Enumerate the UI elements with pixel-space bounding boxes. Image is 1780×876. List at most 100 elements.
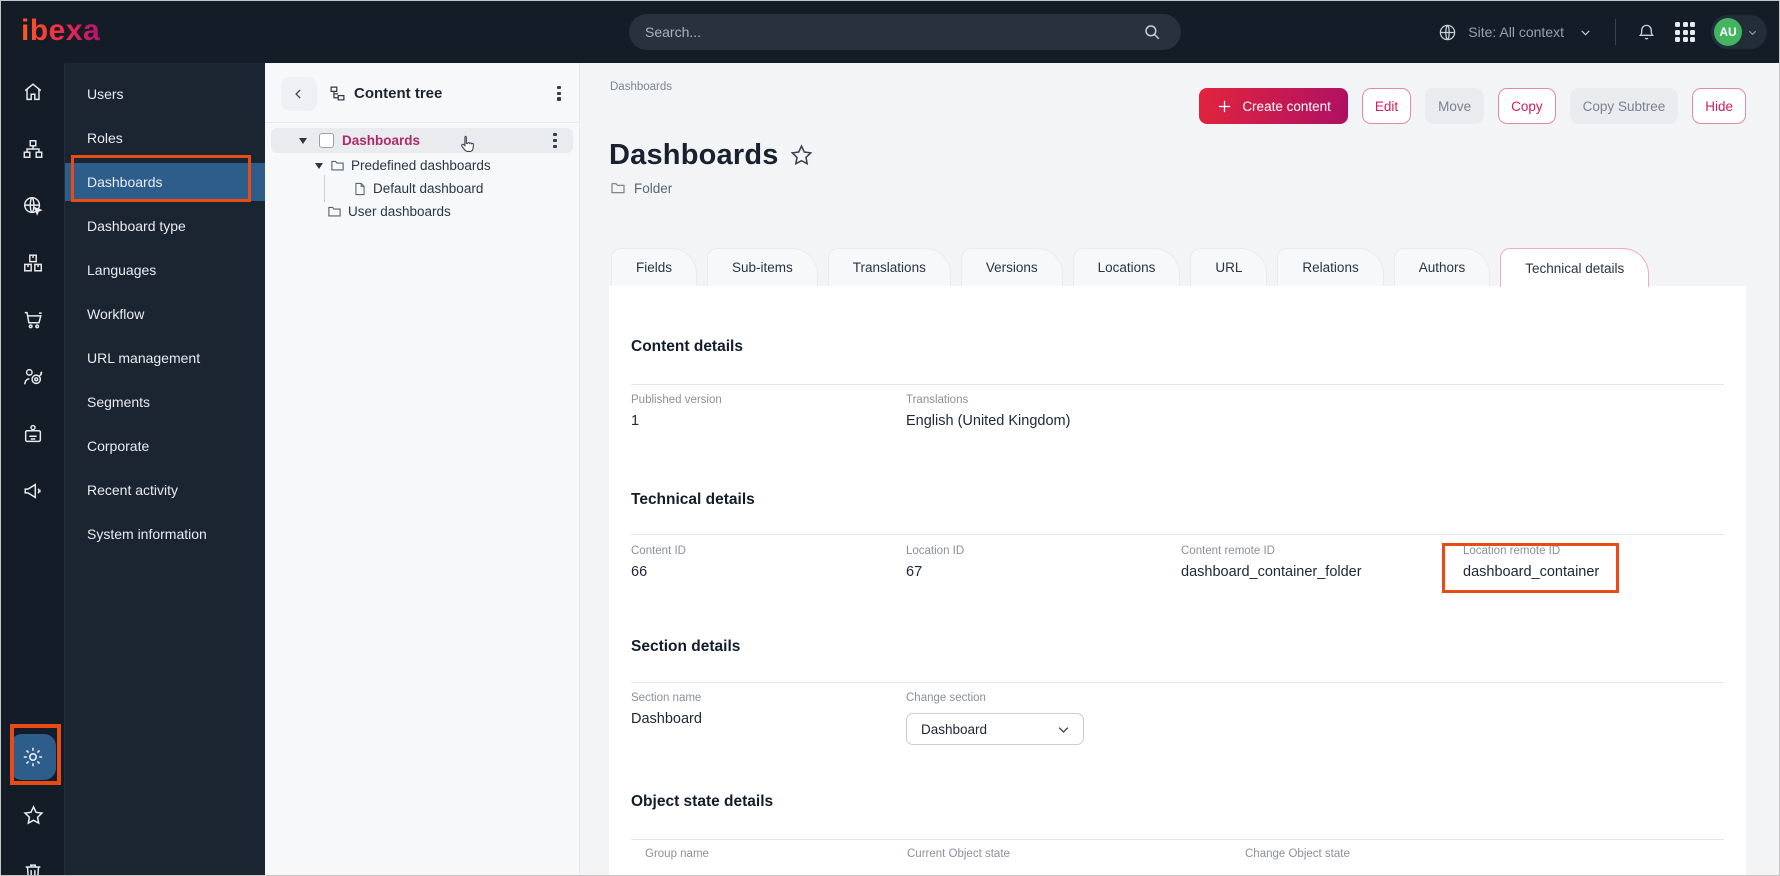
user-menu[interactable]: AU [1711, 15, 1767, 49]
field-section-name: Section name Dashboard [631, 692, 906, 745]
tab-versions[interactable]: Versions [961, 248, 1063, 286]
caret-down-icon[interactable] [315, 163, 323, 169]
ibexa-admin-app: ibexa Site: All context [0, 0, 1780, 876]
field-value: 67 [906, 564, 1181, 580]
sidebar-item-corporate[interactable]: Corporate [65, 427, 265, 465]
copy-subtree-button[interactable]: Copy Subtree [1570, 88, 1679, 124]
sidebar-item-users[interactable]: Users [65, 75, 265, 113]
selected-option-label: Dashboard [921, 722, 987, 737]
field-label: Content ID [631, 545, 906, 557]
sidebar-item-recent-activity[interactable]: Recent activity [65, 471, 265, 509]
tab-fields[interactable]: Fields [611, 248, 697, 286]
sidebar-item-dashboard-type[interactable]: Dashboard type [65, 207, 265, 245]
field-label: Translations [906, 394, 1181, 406]
tab-translations[interactable]: Translations [828, 248, 951, 286]
tab-bar: Fields Sub-items Translations Versions L… [611, 248, 1649, 287]
sidebar-item-roles[interactable]: Roles [65, 119, 265, 157]
tree-node-default-dashboard[interactable]: Default dashboard [265, 177, 579, 200]
breadcrumb[interactable]: Dashboards [610, 81, 672, 93]
top-bar: ibexa Site: All context [1, 1, 1779, 63]
tab-authors[interactable]: Authors [1394, 248, 1491, 286]
sidebar-item-dashboards[interactable]: Dashboards [65, 163, 265, 201]
main-content: Dashboards Create content Edit Move Copy… [580, 63, 1779, 875]
topbar-right-cluster: Site: All context AU [1434, 1, 1767, 63]
content-details-heading: Content details [631, 338, 743, 356]
sidebar-item-segments[interactable]: Segments [65, 383, 265, 421]
id-badge-icon[interactable] [1, 405, 65, 462]
ibexa-logo[interactable]: ibexa [21, 14, 100, 48]
field-location-id: Location ID 67 [906, 545, 1181, 580]
tree-node-user-dashboards[interactable]: User dashboards [265, 200, 579, 223]
field-label: Change section [906, 692, 1181, 704]
target-person-icon[interactable] [1, 348, 65, 405]
object-state-details-heading: Object state details [631, 793, 773, 811]
sidebar-item-workflow[interactable]: Workflow [65, 295, 265, 333]
page-title: Dashboards [609, 139, 779, 172]
tree-node-label[interactable]: User dashboards [348, 204, 451, 219]
admin-sidebar: Users Roles Dashboards Dashboard type La… [65, 63, 265, 875]
global-search[interactable] [629, 14, 1181, 50]
copy-button[interactable]: Copy [1498, 88, 1556, 124]
tree-node-label[interactable]: Dashboards [342, 133, 420, 148]
tab-locations[interactable]: Locations [1073, 248, 1181, 286]
create-content-button[interactable]: Create content [1199, 88, 1348, 124]
field-label: Location remote ID [1463, 545, 1724, 557]
tree-node-checkbox[interactable] [319, 133, 334, 148]
plus-icon [1216, 98, 1233, 115]
search-input[interactable] [645, 24, 1139, 40]
globe-pointer-icon[interactable] [1, 177, 65, 234]
tab-sub-items[interactable]: Sub-items [707, 248, 818, 286]
app-switcher-grid-icon[interactable] [1672, 19, 1698, 45]
tab-technical-details[interactable]: Technical details [1500, 248, 1649, 287]
notifications-bell-icon[interactable] [1633, 19, 1659, 45]
avatar[interactable]: AU [1714, 18, 1742, 46]
caret-down-icon[interactable] [299, 138, 307, 144]
trash-icon[interactable] [1, 855, 65, 876]
cart-icon[interactable] [1, 291, 65, 348]
hide-button[interactable]: Hide [1692, 88, 1746, 124]
field-location-remote-id: Location remote ID dashboard_container [1456, 545, 1724, 580]
tree-node-label[interactable]: Predefined dashboards [351, 158, 491, 173]
edit-button[interactable]: Edit [1362, 88, 1411, 124]
megaphone-icon[interactable] [1, 462, 65, 519]
field-label: Section name [631, 692, 906, 704]
sidebar-item-system-information[interactable]: System information [65, 515, 265, 553]
search-icon[interactable] [1139, 19, 1165, 45]
node-options-kebab-icon[interactable] [547, 133, 563, 148]
site-context-switcher[interactable]: Site: All context [1434, 19, 1598, 45]
field-label: Published version [631, 394, 906, 406]
sitemap-icon[interactable] [1, 120, 65, 177]
action-buttons: Create content Edit Move Copy Copy Subtr… [1199, 88, 1746, 124]
admin-settings-tile[interactable] [10, 734, 56, 780]
technical-details-heading: Technical details [631, 491, 755, 509]
change-section-select[interactable]: Dashboard [906, 713, 1084, 745]
tab-url[interactable]: URL [1190, 248, 1267, 286]
content-tree-panel: Content tree Dashboards Predefined dashb… [265, 63, 580, 875]
content-tree-icon [329, 85, 346, 102]
field-value: English (United Kingdom) [906, 413, 1181, 429]
packages-icon[interactable] [1, 234, 65, 291]
create-content-label: Create content [1242, 99, 1331, 114]
move-button[interactable]: Move [1425, 88, 1484, 124]
collapse-tree-button[interactable] [281, 77, 317, 111]
field-change-section: Change section Dashboard [906, 692, 1181, 745]
tree-node-label[interactable]: Default dashboard [373, 181, 483, 196]
field-value: dashboard_container [1463, 564, 1724, 580]
tree-node-predefined-dashboards[interactable]: Predefined dashboards [265, 154, 579, 177]
tree-options-kebab-icon[interactable] [551, 86, 567, 101]
tab-relations[interactable]: Relations [1277, 248, 1383, 286]
field-value: dashboard_container_folder [1181, 564, 1456, 580]
tree-node-dashboards[interactable]: Dashboards [271, 128, 573, 153]
folder-icon [327, 204, 342, 219]
bookmark-star-icon[interactable] [789, 143, 814, 168]
gear-icon [21, 745, 45, 769]
sidebar-item-languages[interactable]: Languages [65, 251, 265, 289]
site-context-label: Site: All context [1468, 24, 1564, 40]
technical-details-panel: Content details Published version 1 Tran… [609, 286, 1746, 875]
field-label: Location ID [906, 545, 1181, 557]
sidebar-item-url-management[interactable]: URL management [65, 339, 265, 377]
file-icon [353, 182, 367, 196]
bookmarks-star-icon[interactable] [1, 798, 65, 832]
home-icon[interactable] [1, 63, 65, 120]
field-translations: Translations English (United Kingdom) [906, 394, 1181, 429]
